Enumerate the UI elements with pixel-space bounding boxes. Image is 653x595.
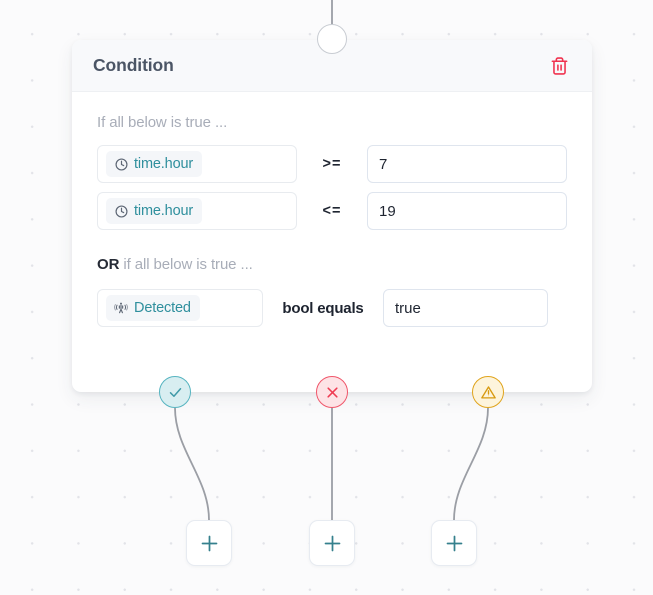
value-input[interactable]: [383, 289, 548, 327]
operator-label: >=: [322, 156, 342, 172]
value-input[interactable]: [367, 145, 567, 183]
condition-row: time.hour >=: [97, 145, 567, 183]
or-group-label: OR if all below is true ...: [97, 256, 567, 273]
condition-card: Condition If all below is true ... time.…: [72, 40, 592, 392]
delete-button[interactable]: [546, 53, 572, 79]
entity-chip: time.hour: [106, 198, 203, 224]
operator-label: bool equals: [282, 299, 364, 317]
card-body: If all below is true ... time.hour >= 7 …: [72, 92, 592, 327]
entity-selector[interactable]: Detected: [97, 289, 263, 327]
entity-label: time.hour: [134, 156, 194, 172]
wire-output-error: [453, 407, 489, 521]
wire-output-true: [174, 407, 210, 521]
plus-icon: [324, 535, 340, 551]
condition-row: time.hour <=: [97, 192, 567, 230]
entity-label: Detected: [134, 300, 191, 316]
output-error-node[interactable]: [472, 376, 504, 408]
plus-icon: [446, 535, 462, 551]
check-icon: [169, 387, 181, 397]
and-group-label: If all below is true ...: [97, 114, 228, 131]
entity-label: time.hour: [134, 203, 194, 219]
trash-icon: [551, 56, 567, 75]
warning-icon: [480, 385, 496, 399]
motion-sensor-icon: [114, 301, 128, 315]
input-connector[interactable]: [317, 24, 347, 54]
clock-icon: [114, 157, 128, 171]
clock-icon: [114, 204, 128, 218]
page-title: Condition: [93, 55, 174, 75]
or-group-description: if all below is true ...: [119, 256, 253, 273]
operator-label: <=: [322, 203, 342, 219]
output-false-node[interactable]: [316, 376, 348, 408]
add-node-false-button[interactable]: [309, 520, 355, 566]
entity-selector[interactable]: time.hour: [97, 145, 297, 183]
condition-row: Detected bool equals: [97, 289, 567, 327]
plus-icon: [201, 535, 217, 551]
value-input[interactable]: [367, 192, 567, 230]
close-icon: [326, 386, 338, 398]
or-keyword: OR: [97, 256, 120, 273]
entity-selector[interactable]: time.hour: [97, 192, 297, 230]
entity-chip: time.hour: [106, 151, 203, 177]
output-true-node[interactable]: [159, 376, 191, 408]
add-node-true-button[interactable]: [186, 520, 232, 566]
add-node-error-button[interactable]: [431, 520, 477, 566]
entity-chip: Detected: [106, 295, 200, 321]
